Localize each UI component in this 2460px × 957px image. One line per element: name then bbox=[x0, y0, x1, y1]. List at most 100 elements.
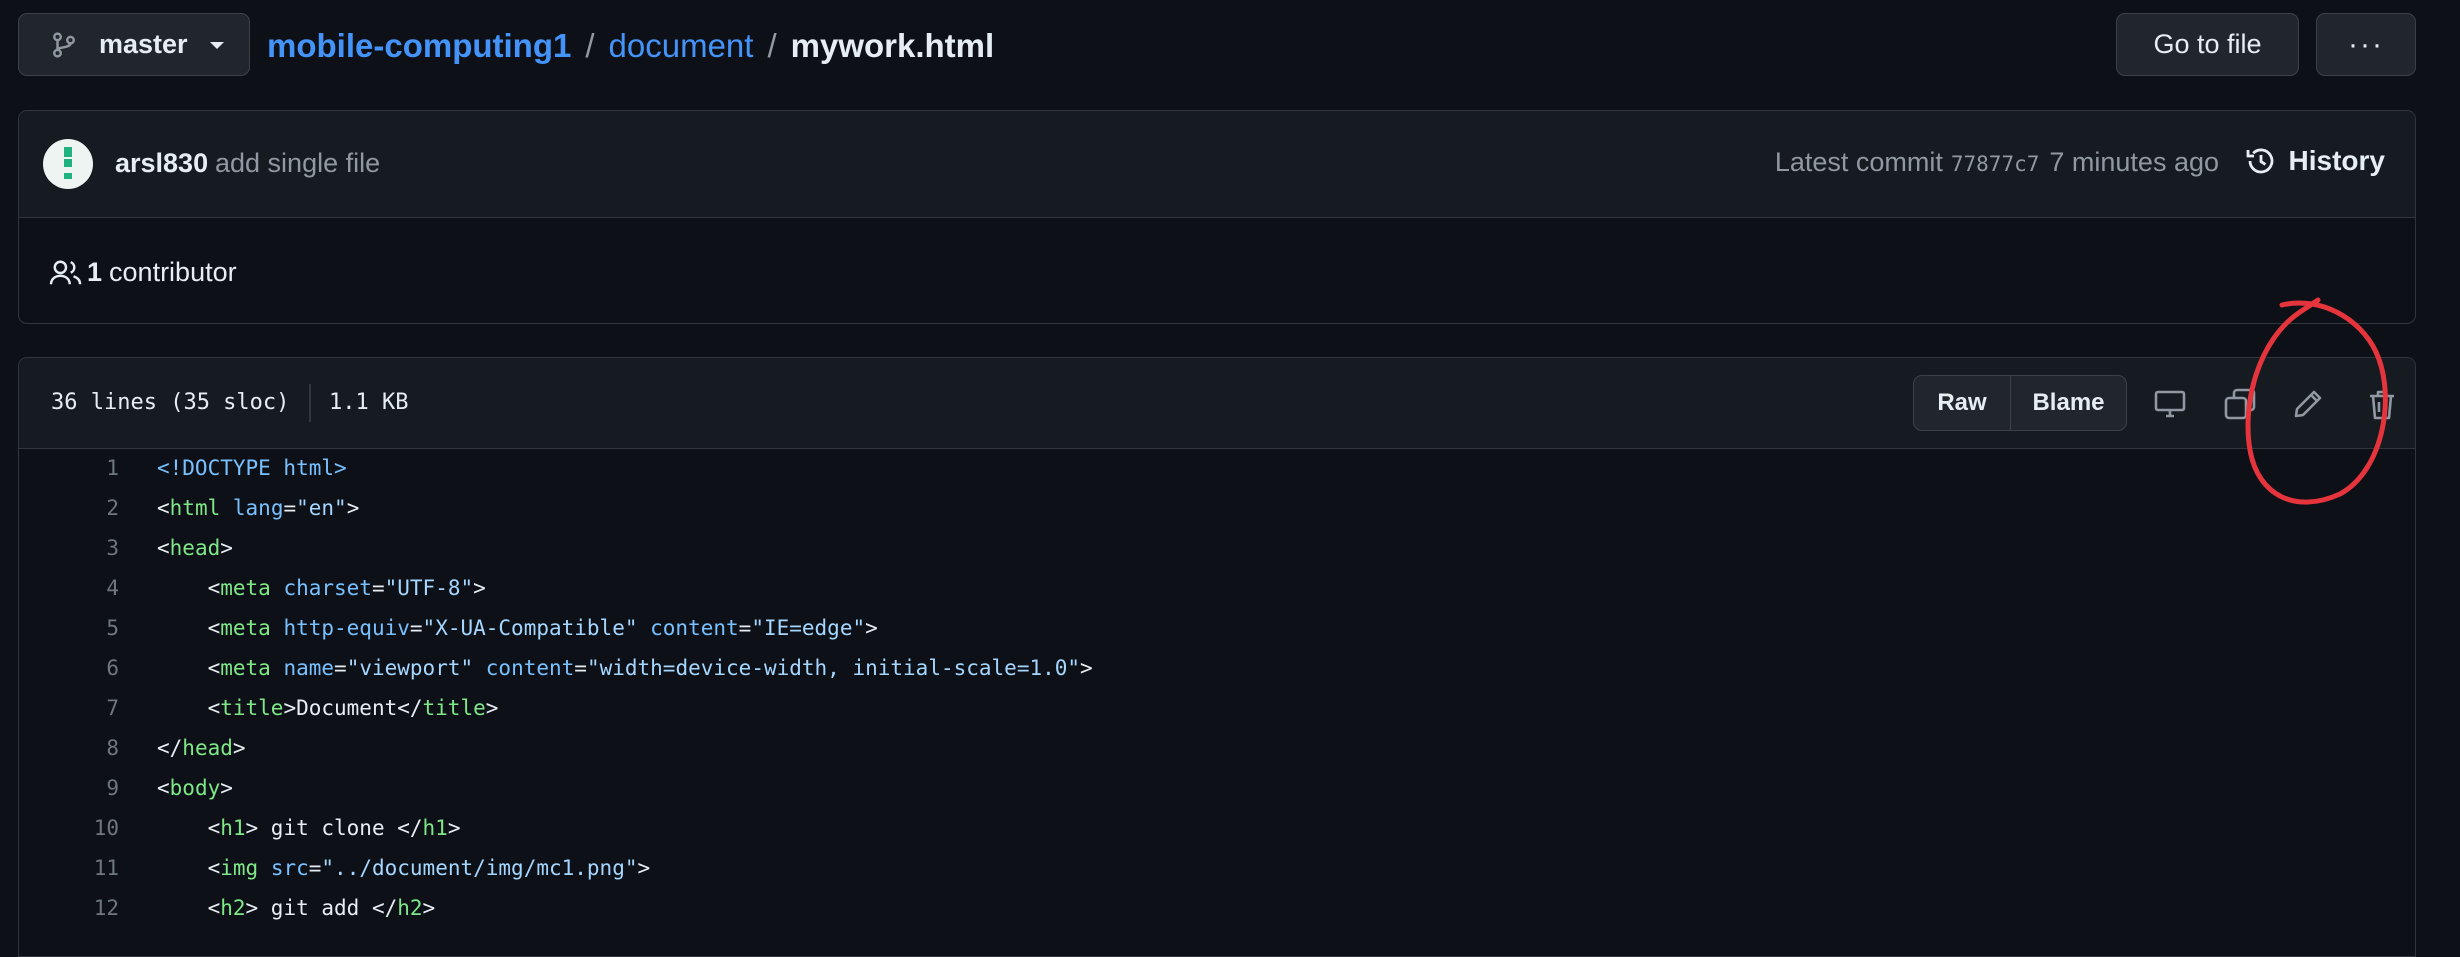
line-number[interactable]: 9 bbox=[19, 776, 119, 800]
code-token: meta bbox=[220, 616, 271, 640]
contributor-count: 1 bbox=[87, 257, 103, 287]
history-label: History bbox=[2288, 145, 2385, 176]
code-text: <h2> git add </h2> bbox=[157, 896, 436, 920]
commit-sha-link[interactable]: 77877c7 bbox=[1951, 152, 2040, 176]
code-string: "IE=edge" bbox=[751, 616, 866, 640]
more-options-button[interactable]: ··· bbox=[2316, 13, 2416, 76]
breadcrumb-separator: / bbox=[585, 27, 595, 64]
commit-message-link[interactable]: add single file bbox=[215, 148, 380, 179]
code-line: 12 <h2> git add </h2> bbox=[19, 888, 2415, 928]
code-string: "viewport" bbox=[346, 656, 474, 680]
commit-author-link[interactable]: arsl830 bbox=[115, 148, 208, 179]
raw-button[interactable]: Raw bbox=[1914, 376, 2011, 430]
raw-blame-group: Raw Blame bbox=[1913, 375, 2127, 431]
display-source-button[interactable] bbox=[2143, 380, 2197, 428]
code-token: <!DOCTYPE html> bbox=[157, 456, 347, 480]
latest-commit-info: Latest commit 77877c7 7 minutes ago bbox=[1775, 147, 2219, 178]
code-token: > bbox=[220, 536, 233, 560]
code-text: <!DOCTYPE html> bbox=[157, 456, 347, 480]
code-token: ="width=device-width, initial-scale=1.0"… bbox=[574, 656, 1093, 680]
avatar[interactable] bbox=[43, 139, 93, 189]
line-number[interactable]: 10 bbox=[19, 816, 119, 840]
code-text: <head> bbox=[157, 536, 233, 560]
code-token: > bbox=[422, 896, 436, 920]
code-token: < bbox=[157, 536, 170, 560]
code-token: < bbox=[157, 856, 221, 880]
code-token: > bbox=[220, 776, 233, 800]
code-token: title bbox=[220, 696, 284, 720]
copy-raw-button[interactable] bbox=[2213, 380, 2267, 428]
go-to-file-button[interactable]: Go to file bbox=[2116, 13, 2299, 76]
code-token: src bbox=[270, 856, 309, 880]
branch-select-button[interactable]: master bbox=[18, 13, 250, 76]
commit-box: arsl830 add single file Latest commit 77… bbox=[18, 110, 2416, 324]
code-text: <img src="../document/img/mc1.png"> bbox=[157, 856, 651, 880]
contributors-link[interactable]: 1 contributor bbox=[49, 257, 237, 288]
code-token: content bbox=[650, 616, 739, 640]
blame-button[interactable]: Blame bbox=[2011, 376, 2126, 430]
breadcrumb-folder-link[interactable]: document bbox=[609, 27, 754, 65]
code-token: > bbox=[232, 736, 246, 760]
code-token: ="UTF-8"> bbox=[371, 576, 486, 600]
history-icon bbox=[2246, 148, 2273, 174]
latest-commit-label: Latest commit bbox=[1774, 147, 1943, 177]
delete-file-button[interactable] bbox=[2355, 380, 2409, 428]
commit-time: 7 minutes ago bbox=[2049, 147, 2219, 177]
line-number[interactable]: 11 bbox=[19, 856, 119, 880]
code-text: <html lang="en"> bbox=[157, 496, 359, 520]
line-number[interactable]: 4 bbox=[19, 576, 119, 600]
code-line: 5 <meta http-equiv="X-UA-Compatible" con… bbox=[19, 608, 2415, 648]
code-string: "X-UA-Compatible" bbox=[422, 616, 638, 640]
code-token: ="IE=edge"> bbox=[738, 616, 878, 640]
line-number[interactable]: 1 bbox=[19, 456, 119, 480]
edit-file-button[interactable] bbox=[2281, 380, 2335, 428]
line-number[interactable]: 2 bbox=[19, 496, 119, 520]
code-string: "width=device-width, initial-scale=1.0" bbox=[586, 656, 1081, 680]
line-number[interactable]: 3 bbox=[19, 536, 119, 560]
code-text: <title>Document</title> bbox=[157, 696, 499, 720]
code-line: 4 <meta charset="UTF-8"> bbox=[19, 568, 2415, 608]
code-line: 7 <title>Document</title> bbox=[19, 688, 2415, 728]
code-string: "UTF-8" bbox=[384, 576, 474, 600]
code-token: < bbox=[157, 816, 221, 840]
code-token: < bbox=[157, 616, 221, 640]
code-token: > bbox=[447, 816, 461, 840]
breadcrumb-separator: / bbox=[767, 27, 777, 64]
desktop-icon bbox=[2154, 390, 2186, 418]
pencil-icon bbox=[2294, 390, 2322, 418]
line-number[interactable]: 8 bbox=[19, 736, 119, 760]
code-token: > bbox=[346, 496, 360, 520]
code-text: <body> bbox=[157, 776, 233, 800]
raw-label: Raw bbox=[1937, 389, 1987, 416]
line-number[interactable]: 6 bbox=[19, 656, 119, 680]
code-token: > git clone </ bbox=[245, 816, 423, 840]
people-icon bbox=[49, 260, 82, 284]
file-box: 36 lines (35 sloc) 1.1 KB Raw Blame 1 <!… bbox=[18, 357, 2416, 957]
line-number[interactable]: 5 bbox=[19, 616, 119, 640]
blame-label: Blame bbox=[2032, 389, 2105, 416]
code-token: < bbox=[157, 576, 221, 600]
code-token: > git add </ bbox=[245, 896, 398, 920]
breadcrumb-repo-link[interactable]: mobile-computing1 bbox=[267, 27, 571, 65]
code-line: 3 <head> bbox=[19, 528, 2415, 568]
line-number[interactable]: 12 bbox=[19, 896, 119, 920]
history-link[interactable]: History bbox=[2245, 145, 2385, 177]
code-line: 1 <!DOCTYPE html> bbox=[19, 448, 2415, 488]
code-token: h1 bbox=[422, 816, 448, 840]
code-text: </head> bbox=[157, 736, 246, 760]
file-info-divider bbox=[309, 384, 311, 422]
code-token: > bbox=[485, 696, 499, 720]
line-number[interactable]: 7 bbox=[19, 696, 119, 720]
code-token: ="../document/img/mc1.png"> bbox=[308, 856, 651, 880]
code-line: 8 </head> bbox=[19, 728, 2415, 768]
contributor-label: contributor bbox=[109, 257, 237, 287]
code-token: < bbox=[157, 776, 170, 800]
code-token: title bbox=[422, 696, 486, 720]
trash-icon bbox=[2370, 390, 2394, 420]
code-token: < bbox=[157, 496, 170, 520]
code-token: >Document</ bbox=[283, 696, 423, 720]
file-size: 1.1 KB bbox=[329, 390, 409, 415]
code-token: h2 bbox=[397, 896, 423, 920]
